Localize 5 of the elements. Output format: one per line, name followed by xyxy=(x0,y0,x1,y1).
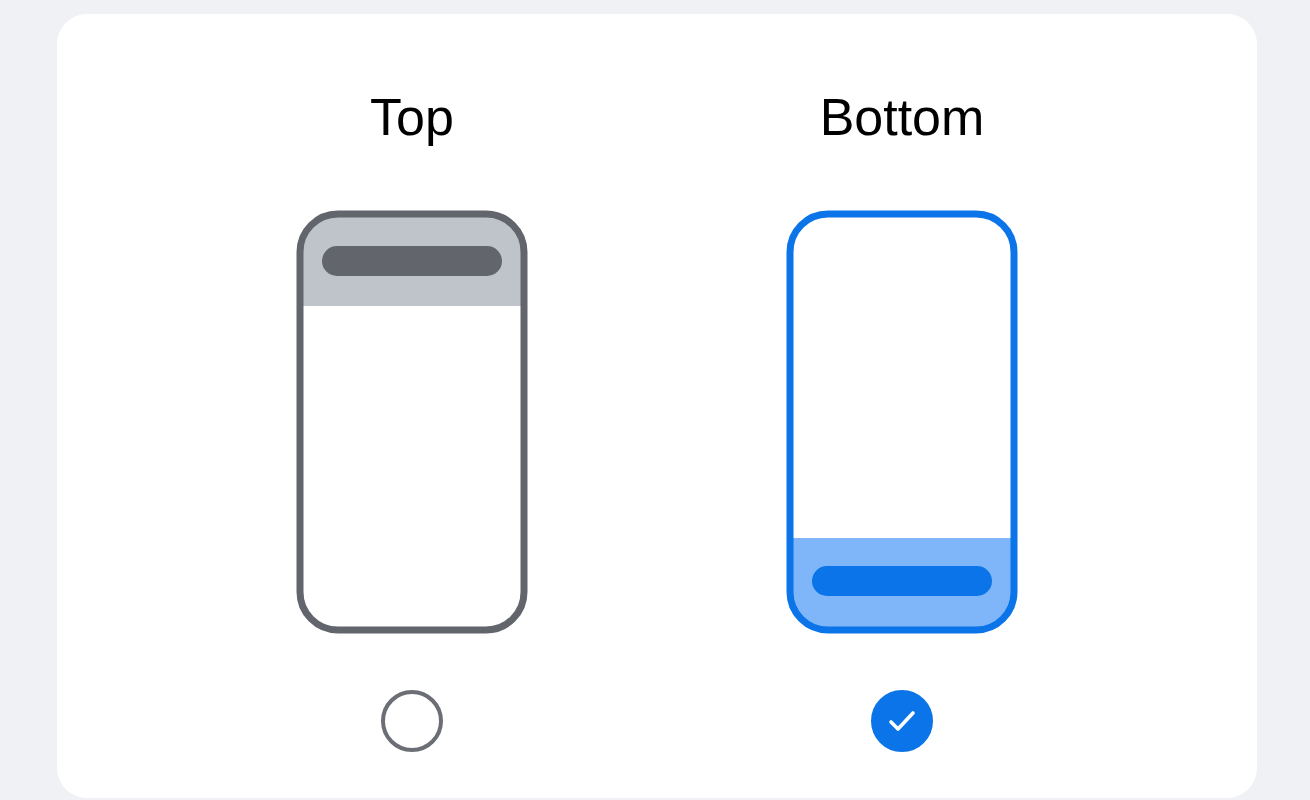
option-label: Bottom xyxy=(819,87,985,148)
phone-drawing[interactable] xyxy=(296,210,528,634)
phone-drawing[interactable] xyxy=(786,210,1018,634)
option-label: Top xyxy=(370,87,454,148)
check-icon xyxy=(887,709,917,733)
